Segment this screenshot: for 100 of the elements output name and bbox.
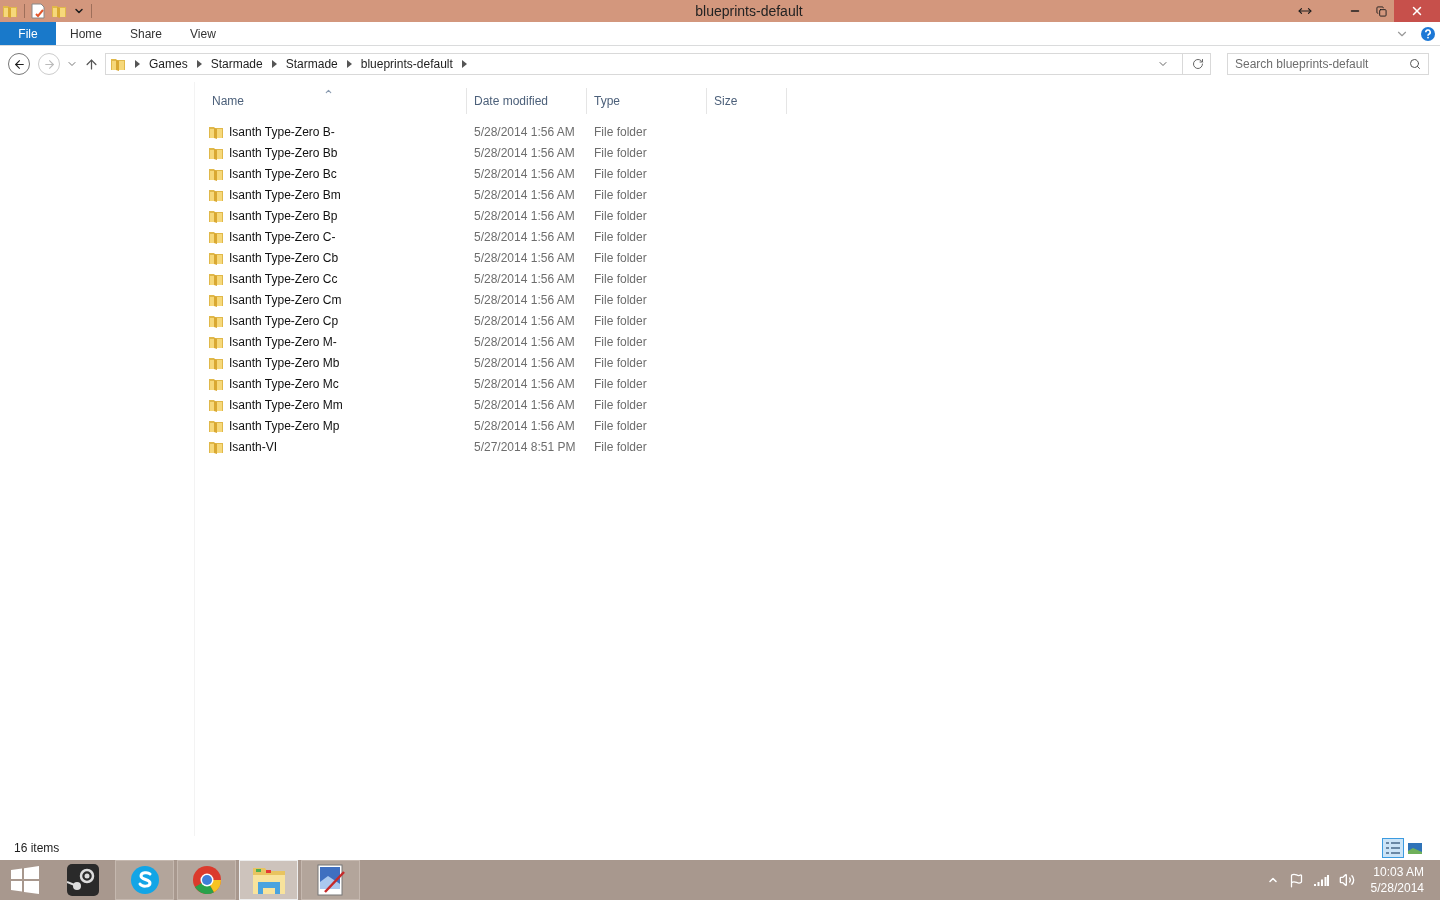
breadcrumb-item[interactable]: Starmade (210, 55, 263, 73)
ribbon-tab[interactable]: View (176, 22, 230, 45)
address-bar[interactable]: Games Starmade Starmade blueprints-default (105, 53, 1211, 75)
refresh-icon[interactable] (1192, 58, 1204, 70)
file-name: Isanth-VI (229, 438, 278, 456)
date-modified-cell-text: 5/28/2014 1:56 AM (473, 375, 576, 393)
forward-arrow-icon (42, 57, 56, 71)
file-row[interactable]: Isanth Type-Zero Bp 5/28/2014 1:56 AM File folder (205, 205, 1440, 226)
new-folder-icon (51, 3, 67, 19)
date-modified-cell-text: 5/28/2014 1:56 AM (473, 417, 576, 435)
properties-icon[interactable] (31, 3, 45, 19)
file-row[interactable]: Isanth Type-Zero Bb 5/28/2014 1:56 AM File folder (205, 142, 1440, 163)
file-tab[interactable]: File (0, 22, 56, 45)
type-cell-text: File folder (593, 144, 648, 162)
type-cell-text: File folder (593, 207, 648, 225)
type-cell-text: File folder (593, 354, 648, 372)
file-row[interactable]: Isanth Type-Zero Cc 5/28/2014 1:56 AM File folder (205, 268, 1440, 289)
file-row[interactable]: Isanth-VI 5/27/2014 8:51 PM File folder (205, 436, 1440, 457)
breadcrumb-separator-icon (196, 60, 202, 68)
column-header[interactable]: Size (707, 88, 787, 114)
type-cell-text: File folder (593, 228, 648, 246)
file-name: Isanth Type-Zero Mb (229, 354, 340, 372)
type-cell-text: File folder (593, 165, 648, 183)
item-count: 16 items (14, 840, 60, 857)
help-icon[interactable] (1421, 26, 1435, 41)
windows-logo-icon (11, 866, 39, 894)
folder-app-icon (251, 865, 286, 895)
column-header[interactable]: Type (587, 88, 707, 114)
chrome-app-icon (190, 864, 223, 896)
details-view-icon (1386, 842, 1400, 854)
type-cell-text: File folder (593, 186, 648, 204)
file-row[interactable]: Isanth Type-Zero Mp 5/28/2014 1:56 AM File folder (205, 415, 1440, 436)
breadcrumb-item[interactable]: blueprints-default (360, 55, 453, 73)
file-name: Isanth Type-Zero Bc (229, 165, 337, 183)
flag-icon[interactable] (1288, 872, 1304, 888)
date-modified-cell-text: 5/28/2014 1:56 AM (473, 333, 576, 351)
breadcrumb-item[interactable]: Starmade (285, 55, 338, 73)
file-name: Isanth Type-Zero Bp (229, 207, 338, 225)
type-cell-text: File folder (593, 396, 648, 414)
column-header[interactable]: Date modified (467, 88, 587, 114)
file-row[interactable]: Isanth Type-Zero Bm 5/28/2014 1:56 AM File folder (205, 184, 1440, 205)
date-modified-cell-text: 5/28/2014 1:56 AM (473, 123, 576, 141)
breadcrumb-item[interactable]: Games (149, 55, 188, 73)
search-field[interactable]: Search blueprints-default (1227, 53, 1429, 75)
ribbon-tab[interactable]: Share (116, 22, 177, 45)
clock-time: 10:03 AM (1373, 864, 1424, 880)
column-header[interactable]: Name (205, 88, 467, 114)
restore-icon (1375, 5, 1387, 17)
type-cell-text: File folder (593, 312, 648, 330)
type-cell-text: File folder (593, 270, 648, 288)
taskbar-app-button[interactable] (301, 860, 360, 900)
date-modified-cell-text: 5/28/2014 1:56 AM (473, 186, 576, 204)
date-modified-cell-text: 5/28/2014 1:56 AM (473, 144, 576, 162)
file-name: Isanth Type-Zero Mp (229, 417, 340, 435)
file-row[interactable]: Isanth Type-Zero B- 5/28/2014 1:56 AM File folder (205, 121, 1440, 142)
file-row[interactable]: Isanth Type-Zero Cm 5/28/2014 1:56 AM File folder (205, 289, 1440, 310)
folder-icon (110, 56, 126, 72)
date-modified-cell-text: 5/28/2014 1:56 AM (473, 270, 576, 288)
file-row[interactable]: Isanth Type-Zero Cp 5/28/2014 1:56 AM File folder (205, 310, 1440, 331)
file-row[interactable]: Isanth Type-Zero Cb 5/28/2014 1:56 AM File folder (205, 247, 1440, 268)
date-modified-cell-text: 5/28/2014 1:56 AM (473, 354, 576, 372)
close-button[interactable] (1394, 0, 1440, 22)
details-view-button[interactable] (1382, 838, 1404, 858)
breadcrumb-separator-icon (461, 60, 467, 68)
speaker-icon[interactable] (1338, 872, 1355, 888)
file-name: Isanth Type-Zero Cb (229, 249, 339, 267)
type-cell-text: File folder (593, 333, 648, 351)
date-modified-cell-text: 5/28/2014 1:56 AM (473, 396, 576, 414)
file-row[interactable]: Isanth Type-Zero M- 5/28/2014 1:56 AM File folder (205, 331, 1440, 352)
date-modified-cell-text: 5/28/2014 1:56 AM (473, 249, 576, 267)
window-title: blueprints-default (695, 2, 803, 19)
file-name: Isanth Type-Zero Bm (229, 186, 341, 204)
file-row[interactable]: Isanth Type-Zero Mb 5/28/2014 1:56 AM File folder (205, 352, 1440, 373)
back-arrow-icon (12, 57, 26, 71)
signal-bars-icon[interactable] (1313, 873, 1329, 887)
file-row[interactable]: Isanth Type-Zero Bc 5/28/2014 1:56 AM File folder (205, 163, 1440, 184)
folder-icon (2, 3, 18, 19)
search-icon (1409, 58, 1421, 70)
ribbon-tab[interactable]: Home (56, 22, 116, 45)
date-modified-cell-text: 5/28/2014 1:56 AM (473, 291, 576, 309)
file-name: Isanth Type-Zero M- (229, 333, 337, 351)
file-name: Isanth Type-Zero C- (229, 228, 336, 246)
file-name: Isanth Type-Zero Cc (229, 270, 338, 288)
picture-icon (1408, 842, 1422, 854)
file-row[interactable]: Isanth Type-Zero Mm 5/28/2014 1:56 AM File folder (205, 394, 1440, 415)
clock-date: 5/28/2014 (1370, 880, 1424, 896)
file-name: Isanth Type-Zero Cm (229, 291, 342, 309)
type-cell-text: File folder (593, 291, 648, 309)
sort-ascending-icon (324, 87, 333, 96)
date-modified-cell-text: 5/27/2014 8:51 PM (473, 438, 577, 456)
type-cell-text: File folder (593, 438, 648, 456)
paint-app-icon (316, 864, 345, 896)
breadcrumb-separator-icon (271, 60, 277, 68)
skype-app-icon (128, 864, 161, 896)
file-row[interactable]: Isanth Type-Zero Mc 5/28/2014 1:56 AM File folder (205, 373, 1440, 394)
type-cell-text: File folder (593, 375, 648, 393)
file-name: Isanth Type-Zero Cp (229, 312, 339, 330)
file-name: Isanth Type-Zero B- (229, 123, 335, 141)
file-row[interactable]: Isanth Type-Zero C- 5/28/2014 1:56 AM File folder (205, 226, 1440, 247)
date-modified-cell-text: 5/28/2014 1:56 AM (473, 312, 576, 330)
